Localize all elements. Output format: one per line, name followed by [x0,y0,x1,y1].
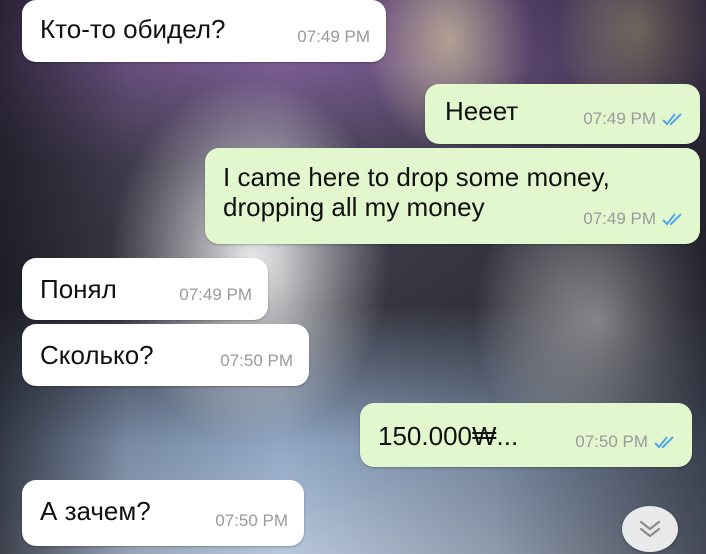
message-text: 150.000₩... [378,421,519,451]
message-bubble-incoming[interactable]: Сколько? 07:50 PM [22,324,309,386]
message-timestamp: 07:50 PM [575,427,676,457]
message-timestamp: 07:50 PM [220,351,293,370]
message-text: Понял [40,274,117,304]
message-text: Нееет [445,96,519,126]
message-text: Сколько? [40,340,154,370]
message-timestamp: 07:49 PM [583,204,684,234]
message-bubble-outgoing[interactable]: I came here to drop some money, dropping… [205,148,700,244]
message-list[interactable]: Кто-то обидел? 07:49 PM Нееет 07:49 PM I… [0,0,706,554]
chevrons-down-icon [639,520,661,538]
message-bubble-incoming[interactable]: Понял 07:49 PM [22,258,268,320]
message-timestamp: 07:49 PM [583,104,684,134]
message-bubble-incoming[interactable]: Кто-то обидел? 07:49 PM [22,0,386,62]
scroll-to-bottom-button[interactable] [622,506,678,552]
double-check-icon [654,436,674,449]
message-timestamp: 07:49 PM [179,285,252,304]
message-bubble-outgoing[interactable]: Нееет 07:49 PM [425,84,700,144]
message-text: А зачем? [40,496,151,526]
message-bubble-outgoing[interactable]: 150.000₩... 07:50 PM [360,403,692,467]
double-check-icon [662,113,682,126]
message-text: I came here to drop some money, dropping… [223,162,610,222]
double-check-icon [662,213,682,226]
message-bubble-incoming[interactable]: А зачем? 07:50 PM [22,480,304,546]
message-text: Кто-то обидел? [40,14,226,44]
message-timestamp: 07:50 PM [215,511,288,530]
message-timestamp: 07:49 PM [297,27,370,46]
